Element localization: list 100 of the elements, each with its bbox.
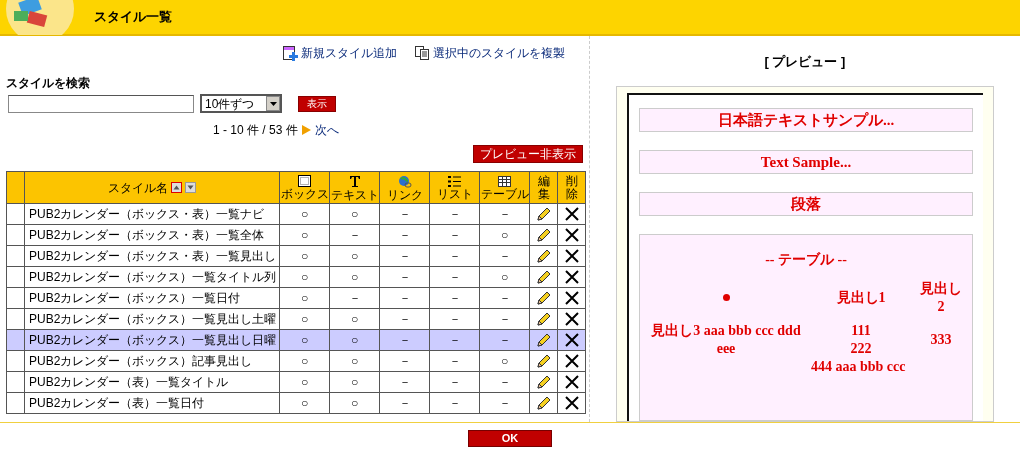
table-cell: －: [329, 287, 380, 309]
table-cell: －: [479, 287, 530, 309]
sort-down-icon[interactable]: [185, 182, 196, 193]
show-button[interactable]: 表示: [298, 95, 336, 112]
pencil-icon[interactable]: [535, 227, 552, 243]
table-cell: －: [429, 350, 480, 372]
column-label: ボックス: [280, 188, 329, 200]
sample-text: Text Sample...: [639, 149, 973, 174]
style-name-cell: PUB2カレンダー（表）一覧タイトル: [24, 371, 280, 393]
pencil-icon[interactable]: [535, 290, 552, 306]
table-cell: －: [379, 203, 430, 225]
style-name-cell: PUB2カレンダー（ボックス・表）一覧全体: [24, 224, 280, 246]
dropdown-arrow-icon: [269, 101, 277, 106]
column-label: テーブル: [480, 187, 529, 200]
table-cell: －: [429, 308, 480, 330]
table-cell: －: [479, 245, 530, 267]
style-row[interactable]: PUB2カレンダー（ボックス）記事見出し ○ ○ － － ○: [6, 350, 586, 372]
table-cell: －: [429, 224, 480, 246]
table-cell: －: [379, 245, 430, 267]
pencil-icon[interactable]: [535, 311, 552, 327]
style-name-cell: PUB2カレンダー（ボックス）一覧見出し日曜: [24, 329, 280, 351]
pencil-icon[interactable]: [535, 206, 552, 222]
pencil-icon[interactable]: [535, 269, 552, 285]
table-cell: ○: [329, 329, 380, 351]
delete-icon[interactable]: [564, 270, 579, 284]
add-document-icon: [283, 45, 298, 61]
style-name-cell: PUB2カレンダー（ボックス）一覧見出し土曜: [24, 308, 280, 330]
table-cell: －: [329, 224, 380, 246]
style-name-cell: PUB2カレンダー（ボックス・表）一覧見出し: [24, 245, 280, 267]
search-label: スタイルを検索: [6, 75, 91, 92]
delete-icon[interactable]: [564, 291, 579, 305]
search-field[interactable]: [8, 94, 194, 113]
cell-value: 444 aaa bbb ccc: [811, 357, 906, 376]
style-row[interactable]: PUB2カレンダー（ボックス・表）一覧見出し ○ ○ － － －: [6, 245, 586, 267]
table-grid-icon: [498, 175, 511, 187]
preview-title: [ プレビュー ]: [764, 53, 846, 71]
duplicate-style-link[interactable]: 選択中のスタイルを複製: [415, 44, 565, 62]
table-cell: －: [429, 392, 480, 414]
column-label: リンク: [386, 188, 423, 201]
delete-icon[interactable]: [564, 228, 579, 242]
table-cell: ○: [279, 224, 330, 246]
table-cell: －: [379, 308, 430, 330]
style-row[interactable]: PUB2カレンダー（ボックス）一覧見出し日曜 ○ ○ － － －: [6, 329, 586, 351]
table-cell: －: [379, 266, 430, 288]
table-cell: －: [379, 224, 430, 246]
table-cell: ○: [279, 308, 330, 330]
style-row[interactable]: PUB2カレンダー（ボックス）一覧見出し土曜 ○ ○ － － －: [6, 308, 586, 330]
hide-preview-button[interactable]: プレビュー非表示: [473, 145, 583, 163]
next-page-link[interactable]: 次へ: [314, 121, 339, 139]
table-cell: ○: [279, 266, 330, 288]
table-cell: －: [429, 245, 480, 267]
delete-icon[interactable]: [564, 396, 579, 410]
delete-icon[interactable]: [564, 312, 579, 326]
cell-value: 111: [851, 321, 871, 340]
table-cell: －: [479, 392, 530, 414]
per-page-dropdown[interactable]: 10件ずつ: [200, 94, 282, 113]
delete-icon[interactable]: [564, 249, 579, 263]
pencil-icon[interactable]: [535, 395, 552, 411]
add-style-link[interactable]: 新規スタイル追加: [283, 44, 397, 62]
sort-up-icon[interactable]: [171, 182, 182, 193]
style-row[interactable]: PUB2カレンダー（ボックス・表）一覧ナビ ○ ○ － － －: [6, 203, 586, 225]
style-row[interactable]: PUB2カレンダー（ボックス）一覧日付 ○ － － － －: [6, 287, 586, 309]
heading-3: 見出し3 aaa bbb ccc ddd eee: [650, 321, 802, 358]
table-cell: －: [429, 329, 480, 351]
table-cell: ○: [329, 203, 380, 225]
column-label: リスト: [436, 187, 473, 200]
table-cell: ○: [329, 245, 380, 267]
table-cell: －: [379, 371, 430, 393]
table-cell: ○: [329, 371, 380, 393]
next-arrow-icon: [301, 125, 311, 135]
list-icon: [448, 175, 461, 187]
pencil-icon[interactable]: [535, 248, 552, 264]
table-cell: －: [429, 371, 480, 393]
table-cell: ○: [329, 350, 380, 372]
style-name-cell: PUB2カレンダー（ボックス）記事見出し: [24, 350, 280, 372]
style-row[interactable]: PUB2カレンダー（表）一覧日付 ○ ○ － － －: [6, 392, 586, 414]
table-cell: ○: [279, 329, 330, 351]
style-row[interactable]: PUB2カレンダー（ボックス・表）一覧全体 ○ － － － ○: [6, 224, 586, 246]
table-cell: ○: [279, 371, 330, 393]
sample-text: 日本語テキストサンプル...: [639, 107, 973, 132]
table-cell: ○: [279, 350, 330, 372]
table-cell: ○: [279, 203, 330, 225]
table-cell: －: [379, 350, 430, 372]
pencil-icon[interactable]: [535, 353, 552, 369]
table-cell: －: [379, 329, 430, 351]
ok-button[interactable]: OK: [468, 429, 552, 447]
pagination-range: 1 - 10 件 / 53 件: [213, 122, 298, 139]
pencil-icon[interactable]: [535, 332, 552, 348]
table-cell: ○: [279, 245, 330, 267]
delete-icon[interactable]: [564, 333, 579, 347]
cell-value: 222: [850, 339, 872, 358]
style-row[interactable]: PUB2カレンダー（表）一覧タイトル ○ ○ － － －: [6, 371, 586, 393]
edit-header: 編集: [529, 171, 558, 204]
delete-icon[interactable]: [564, 375, 579, 389]
pencil-icon[interactable]: [535, 374, 552, 390]
delete-icon[interactable]: [564, 354, 579, 368]
style-row[interactable]: PUB2カレンダー（ボックス）一覧タイトル列 ○ ○ － － ○: [6, 266, 586, 288]
table-cell: －: [429, 266, 480, 288]
delete-icon[interactable]: [564, 207, 579, 221]
style-name-label: スタイル名: [108, 179, 168, 197]
